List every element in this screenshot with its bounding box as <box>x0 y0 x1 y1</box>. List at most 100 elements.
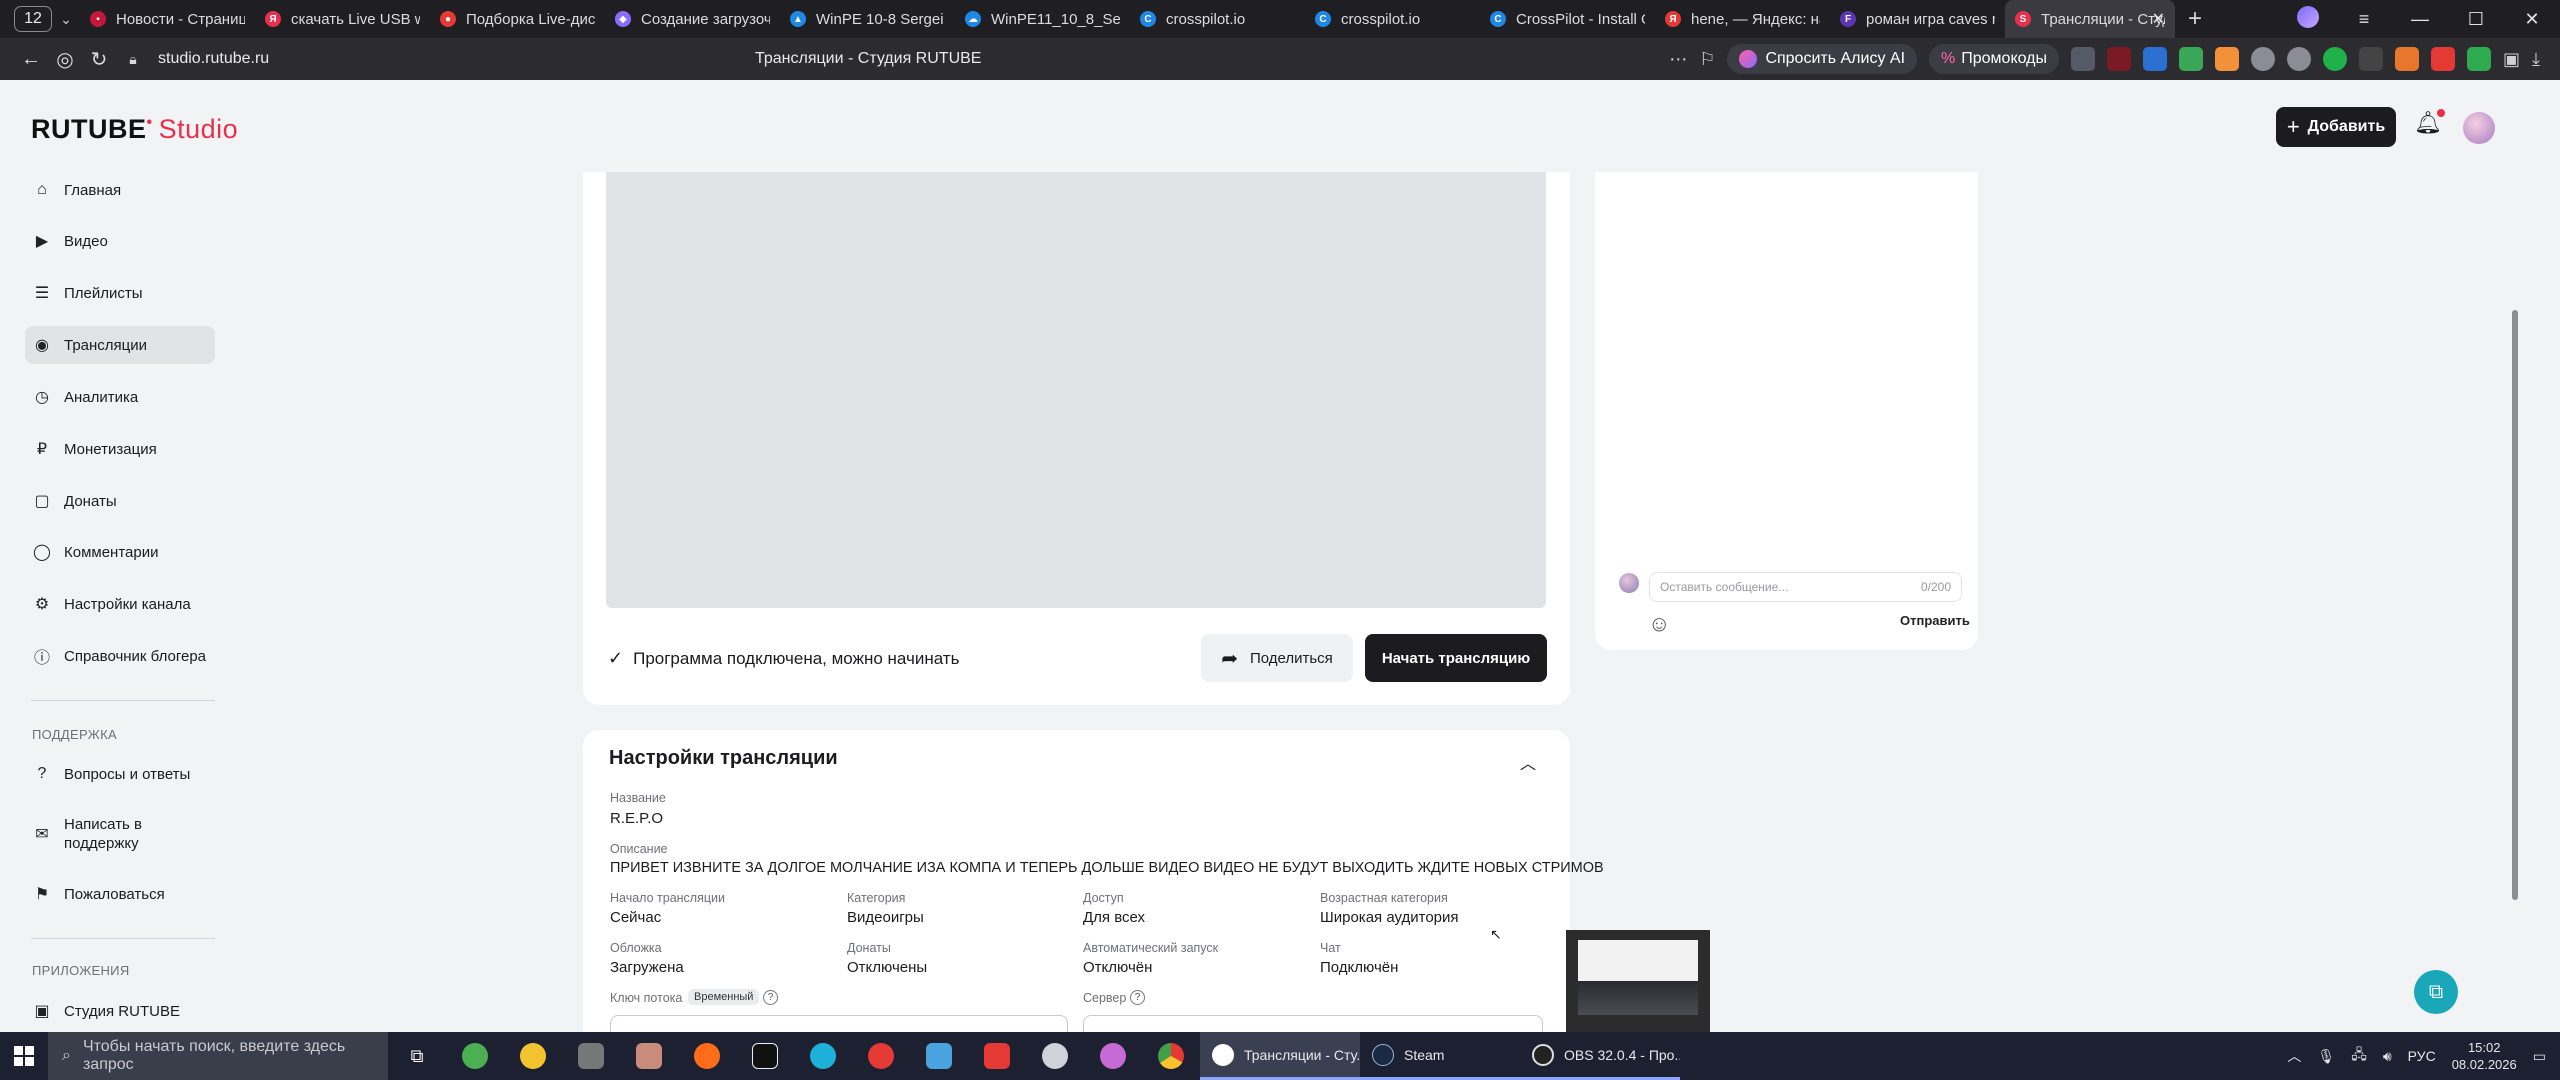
browser-tab[interactable]: C CrossPilot - Install Open <box>1480 0 1655 38</box>
extension-fox-icon[interactable] <box>2215 47 2240 71</box>
browser-tab[interactable]: ▪ Новости - Страница 2 <box>80 0 255 38</box>
sidebar-item[interactable]: ⌂ Главная <box>25 171 215 209</box>
taskbar-search[interactable]: ⌕ Чтобы начать поиск, введите здесь запро… <box>48 1032 388 1080</box>
extension-blue-icon[interactable] <box>2143 47 2168 71</box>
promo-button[interactable]: % Промокоды <box>1929 44 2060 74</box>
sidebar-item-label: Комментарии <box>64 543 159 561</box>
browser-tab[interactable]: Ccrosspilot.io <box>1305 0 1480 38</box>
tabs-dropdown-icon[interactable]: ⌄ <box>52 11 80 28</box>
browser-tab[interactable]: Яhene, — Яндекс: нашлось <box>1655 0 1830 38</box>
sidebar-item[interactable]: ☰ Плейлисты <box>25 274 215 312</box>
search-app-icon[interactable] <box>678 1032 736 1080</box>
notifications-bell-icon[interactable]: 🔔︎ <box>2414 109 2445 136</box>
scrollbar-thumb[interactable] <box>2512 310 2518 900</box>
reload-button[interactable]: ↻ <box>82 47 116 72</box>
sidebar-item[interactable]: ▶ Видео <box>25 222 215 260</box>
avatar[interactable] <box>2463 112 2495 144</box>
mic-icon[interactable]: 🎙︎ <box>2317 1048 2335 1065</box>
browser-tab[interactable]: Ccrosspilot.io <box>1130 0 1305 38</box>
back-button[interactable]: ← <box>14 48 48 71</box>
sidebar-item[interactable]: ◉ Трансляции <box>25 326 215 364</box>
sidebar-item[interactable]: ₽ Монетизация <box>25 430 215 468</box>
browser-tab[interactable]: Яскачать Live USB windows <box>255 0 430 38</box>
profile-icon[interactable] <box>2280 5 2336 33</box>
red-cross-app-icon[interactable] <box>852 1032 910 1080</box>
extension-globe-icon[interactable] <box>2251 47 2276 71</box>
bookmark-icon[interactable]: ⚐ <box>1699 49 1715 70</box>
browser-tab[interactable]: ▲ WinPE 10-8 Sergei Strelec <box>780 0 955 38</box>
alice-button[interactable]: Спросить Алису AI <box>1727 44 1918 74</box>
network-icon[interactable]: 🖧︎ <box>2351 1044 2367 1068</box>
sidebar-item[interactable]: ⚑ Пожаловаться <box>25 875 215 913</box>
edge-icon[interactable] <box>794 1032 852 1080</box>
share-button[interactable]: ➦ Поделиться <box>1201 634 1353 682</box>
chat-message-input[interactable]: Оставить сообщение... 0/200 <box>1649 572 1962 602</box>
send-button[interactable]: Отправить <box>1900 613 1970 628</box>
language-indicator[interactable]: РУС <box>2408 1048 2436 1064</box>
lock-icon[interactable]: 🔒︎ <box>116 51 150 68</box>
shield-icon[interactable]: ◎ <box>48 47 82 72</box>
add-button[interactable]: + Добавить <box>2276 107 2396 147</box>
extension-url-icon[interactable] <box>2359 47 2384 71</box>
maximize-button[interactable]: ☐ <box>2448 9 2504 30</box>
terminal-app-icon[interactable] <box>736 1032 794 1080</box>
taskbar-app-steam[interactable]: Steam <box>1360 1032 1520 1080</box>
sidebar-item[interactable]: ◷ Аналитика <box>25 378 215 416</box>
taskbar-app-browser[interactable]: Трансляции - Сту... <box>1200 1032 1360 1080</box>
server-help-icon[interactable]: ? <box>1130 990 1145 1005</box>
browser-tab[interactable]: ● Подборка Live-дисков <box>430 0 605 38</box>
task-view-icon[interactable]: ⧉ <box>388 1032 446 1080</box>
chrome-icon[interactable] <box>1142 1032 1200 1080</box>
notifications-icon[interactable]: ▭ <box>2533 1048 2546 1065</box>
sidebar-item[interactable]: ? Вопросы и ответы <box>25 755 215 793</box>
new-tab-button[interactable]: + <box>2175 5 2215 33</box>
browser-tab[interactable]: ☁ WinPE11_10_8_Sergei <box>955 0 1130 38</box>
iso-app-icon[interactable] <box>562 1032 620 1080</box>
network-app-icon[interactable] <box>1026 1032 1084 1080</box>
extension-adblock-icon[interactable] <box>2467 47 2492 71</box>
volume-icon[interactable]: 🔊︎ <box>2383 1048 2392 1065</box>
sidebar-item[interactable]: ⓘ Справочник блогера <box>25 637 215 675</box>
menu-icon[interactable]: ≡ <box>2336 9 2392 30</box>
warning-app-icon[interactable] <box>504 1032 562 1080</box>
tab-counter[interactable]: 12 <box>14 6 52 32</box>
browser-tab[interactable]: S Трансляции - Студия✕ <box>2005 0 2175 38</box>
sidebar-item[interactable]: ▣ Студия RUTUBE <box>25 992 215 1030</box>
close-tab-icon[interactable]: ✕ <box>2152 9 2165 29</box>
sidebar-item[interactable]: ✉ Написать в поддержку <box>25 810 215 858</box>
collections-icon[interactable]: ▣ <box>2503 49 2520 70</box>
download-icon[interactable]: ⤓ <box>2532 49 2540 70</box>
utorrent-icon[interactable] <box>446 1032 504 1080</box>
extension-shield-icon[interactable] <box>2071 47 2096 71</box>
clock[interactable]: 15:02 08.02.2026 <box>2452 1039 2517 1073</box>
browser-tab[interactable]: Fроман игра caves rogue <box>1830 0 2005 38</box>
extension-broom-icon[interactable] <box>2395 47 2420 71</box>
chat-placeholder: Оставить сообщение... <box>1660 580 1789 594</box>
close-window-button[interactable]: ✕ <box>2504 9 2560 30</box>
sidebar-item[interactable]: ⚙ Настройки канала <box>25 585 215 623</box>
collapse-chevron-icon[interactable]: ︿ <box>1520 750 1536 774</box>
taskbar-app-obs[interactable]: OBS 32.0.4 - Про... <box>1520 1032 1680 1080</box>
help-chat-button[interactable]: ⧉ <box>2414 970 2458 1014</box>
image-app-icon[interactable] <box>910 1032 968 1080</box>
browser-tab[interactable]: ◆ Создание загрузочной <box>605 0 780 38</box>
emoji-icon[interactable]: ☺ <box>1648 611 1670 637</box>
extension-red-icon[interactable] <box>2107 47 2132 71</box>
rutube-studio-logo[interactable]: RUTUBE• Studio <box>31 114 238 145</box>
extension-power-icon[interactable] <box>2323 47 2348 71</box>
stream-key-help-icon[interactable]: ? <box>763 990 778 1005</box>
pen-app-icon[interactable] <box>620 1032 678 1080</box>
url-field[interactable]: studio.rutube.ru <box>158 50 269 68</box>
extension-wheel-icon[interactable] <box>2287 47 2312 71</box>
extension-youtube-icon[interactable] <box>2431 47 2456 71</box>
sidebar-item[interactable]: ◯ Комментарии <box>25 533 215 571</box>
pink-app-icon[interactable] <box>1084 1032 1142 1080</box>
sidebar-item[interactable]: ▢ Донаты <box>25 482 215 520</box>
extension-green-icon[interactable] <box>2179 47 2204 71</box>
start-stream-button[interactable]: Начать трансляцию <box>1365 634 1547 682</box>
more-icon[interactable]: ⋯ <box>1669 49 1687 70</box>
start-button[interactable] <box>0 1032 48 1080</box>
minimize-button[interactable]: — <box>2392 9 2448 30</box>
tray-expand-icon[interactable]: ︿ <box>2287 1046 2301 1066</box>
yandex-icon[interactable] <box>968 1032 1026 1080</box>
